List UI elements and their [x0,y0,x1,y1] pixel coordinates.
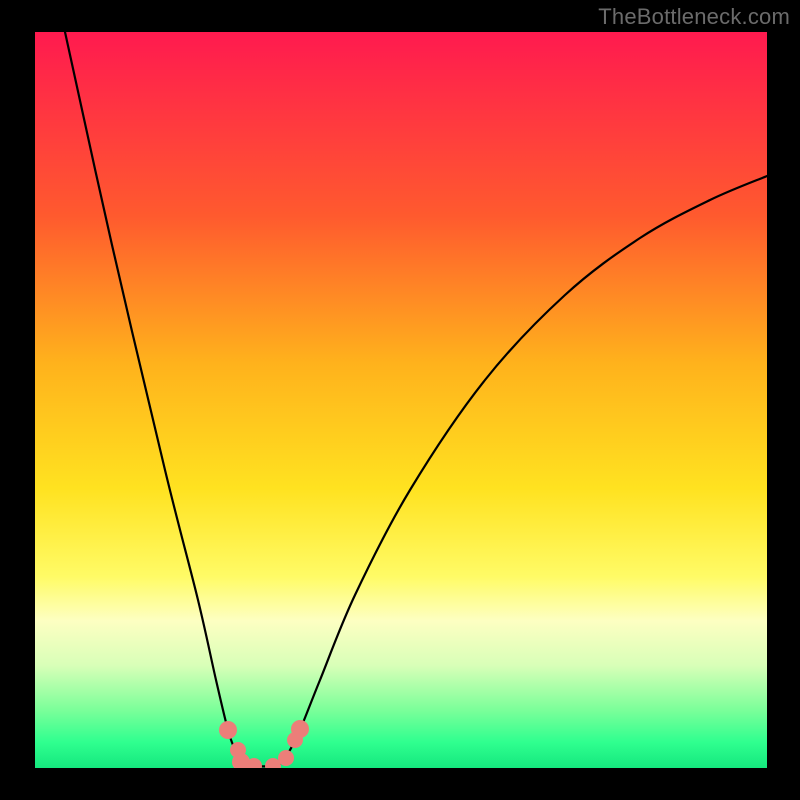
watermark-text: TheBottleneck.com [598,4,790,30]
curve-marker [219,721,237,739]
curve-marker [246,758,262,774]
chart-svg [0,0,800,800]
gradient-background [35,32,767,768]
curve-marker [278,750,294,766]
curve-marker [291,720,309,738]
chart-stage: TheBottleneck.com [0,0,800,800]
plot-area [35,32,767,774]
